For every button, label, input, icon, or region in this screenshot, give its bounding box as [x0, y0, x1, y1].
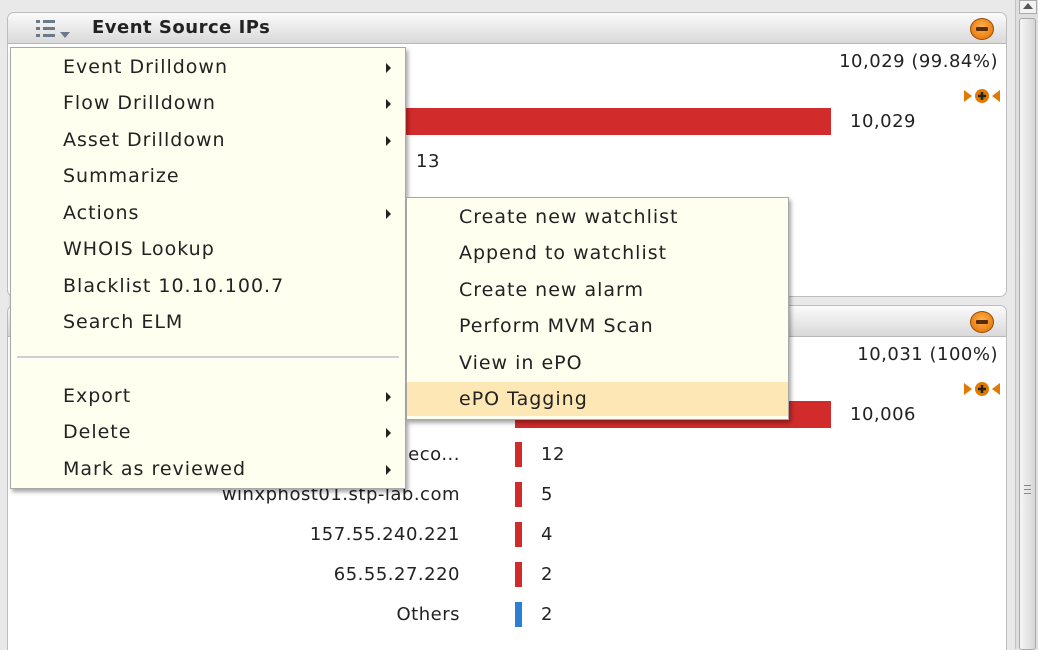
menu-item-whois-lookup[interactable]: WHOIS Lookup [11, 232, 405, 266]
submenu-arrow-icon [386, 465, 391, 475]
menu-item-asset-drilldown[interactable]: Asset Drilldown [11, 123, 405, 157]
panel-total: 10,031 (100%) [857, 344, 998, 365]
menu-item-actions[interactable]: Actions [11, 196, 405, 230]
menu-item-search-elm[interactable]: Search ELM [11, 305, 405, 339]
submenu-arrow-icon [386, 136, 391, 146]
grip-line [1024, 493, 1031, 494]
grip-line [1024, 485, 1031, 486]
menu-item-event-drilldown[interactable]: Event Drilldown [11, 50, 405, 84]
menu-item-blacklist[interactable]: Blacklist 10.10.100.7 [11, 269, 405, 303]
panel-total: 10,029 (99.84%) [839, 51, 998, 72]
row-label[interactable]: 65.55.27.220 [334, 564, 460, 585]
submenu-arrow-icon [386, 428, 391, 438]
data-bar[interactable] [515, 482, 522, 507]
submenu-item-perform-mvm-scan[interactable]: Perform MVM Scan [407, 309, 788, 343]
submenu-item-epo-tagging[interactable]: ePO Tagging [407, 382, 788, 416]
panel-title: Event Source IPs [92, 17, 271, 38]
data-bar[interactable] [515, 522, 522, 547]
row-value: 2 [541, 564, 553, 585]
actions-submenu: Create new watchlist Append to watchlist… [406, 197, 789, 420]
menu-item-export[interactable]: Export [11, 379, 405, 413]
scroll-up-arrow-icon[interactable] [1019, 0, 1037, 14]
row-value: 2 [541, 604, 553, 625]
menu-item-summarize[interactable]: Summarize [11, 159, 405, 193]
row-value: 12 [541, 444, 565, 465]
menu-item-mark-as-reviewed[interactable]: Mark as reviewed [11, 452, 405, 486]
data-bar[interactable] [368, 108, 831, 135]
submenu-arrow-icon [386, 209, 391, 219]
row-value: 10,006 [850, 404, 916, 425]
context-menu: Event Drilldown Flow Drilldown Asset Dri… [10, 47, 406, 489]
data-bar[interactable] [515, 442, 522, 467]
expand-arrows-icon[interactable] [962, 380, 1002, 398]
vertical-scrollbar[interactable] [1015, 0, 1038, 650]
menu-item-flow-drilldown[interactable]: Flow Drilldown [11, 86, 405, 120]
list-menu-icon[interactable] [36, 18, 76, 42]
grip-line [1024, 489, 1031, 490]
submenu-arrow-icon [386, 99, 391, 109]
submenu-item-create-new-alarm[interactable]: Create new alarm [407, 273, 788, 307]
scrollbar-thumb[interactable] [1019, 18, 1036, 650]
submenu-item-append-to-watchlist[interactable]: Append to watchlist [407, 236, 788, 270]
data-bar[interactable] [515, 602, 522, 627]
submenu-item-create-new-watchlist[interactable]: Create new watchlist [407, 200, 788, 234]
submenu-item-view-in-epo[interactable]: View in ePO [407, 346, 788, 380]
collapse-button-icon[interactable] [970, 311, 994, 333]
menu-separator [17, 356, 399, 359]
submenu-arrow-icon [386, 392, 391, 402]
submenu-arrow-icon [386, 63, 391, 73]
row-label[interactable]: Others [397, 604, 461, 625]
collapse-button-icon[interactable] [970, 18, 994, 40]
data-bar[interactable] [515, 562, 522, 587]
row-value: 10,029 [850, 111, 916, 132]
row-value: 5 [541, 484, 553, 505]
expand-arrows-icon[interactable] [962, 87, 1002, 105]
panel-header: Event Source IPs [8, 13, 1006, 44]
row-value: 13 [416, 151, 440, 172]
menu-item-delete[interactable]: Delete [11, 415, 405, 449]
row-value: 4 [541, 524, 553, 545]
row-label[interactable]: 157.55.240.221 [310, 524, 460, 545]
